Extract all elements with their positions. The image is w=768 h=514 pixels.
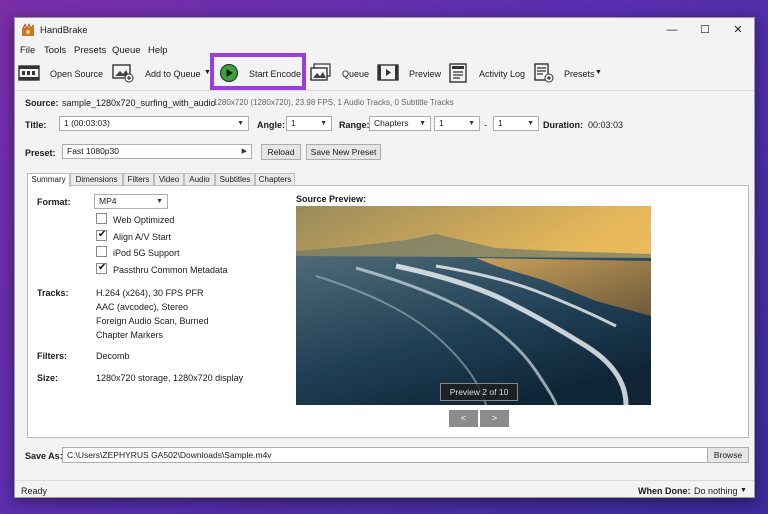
add-to-queue-button[interactable]: Add to Queue	[145, 69, 201, 79]
when-done-select[interactable]: Do nothing	[694, 486, 738, 496]
presets-button[interactable]: Presets	[564, 69, 595, 79]
range-dash: -	[484, 120, 487, 130]
preset-select-value: Fast 1080p30	[67, 146, 119, 156]
ipod-support-checkbox[interactable]	[96, 246, 107, 257]
preset-select[interactable]: Fast 1080p30 ▶	[62, 144, 252, 159]
range-label: Range:	[339, 120, 370, 130]
handbrake-logo-icon	[22, 23, 35, 36]
menu-bar: File Tools Presets Queue Help	[15, 42, 754, 59]
angle-select-value: 1	[291, 118, 296, 128]
queue-icon[interactable]	[310, 63, 332, 83]
chevron-right-icon: ▶	[241, 148, 247, 155]
status-text: Ready	[21, 486, 48, 496]
browse-button[interactable]: Browse	[707, 447, 749, 463]
ipod-support-label: iPod 5G Support	[113, 248, 180, 258]
range-start-value: 1	[439, 118, 444, 128]
source-preview-label: Source Preview:	[296, 194, 367, 204]
toolbar-divider	[15, 90, 754, 91]
presets-dropdown-icon[interactable]: ▼	[595, 69, 602, 76]
chevron-down-icon: ▼	[527, 120, 534, 127]
passthru-metadata-checkbox[interactable]	[96, 262, 107, 274]
menu-file[interactable]: File	[20, 45, 35, 56]
range-start-select[interactable]: 1 ▼	[434, 116, 480, 131]
format-label: Format:	[37, 197, 71, 207]
start-encode-highlight	[210, 53, 306, 90]
menu-tools[interactable]: Tools	[44, 45, 66, 56]
duration-value: 00:03:03	[588, 120, 624, 130]
format-select-value: MP4	[99, 196, 117, 206]
range-end-select[interactable]: 1 ▼	[493, 116, 539, 131]
format-select[interactable]: MP4 ▼	[94, 194, 168, 209]
filters-value: Decomb	[96, 351, 130, 361]
summary-panel: Format: MP4 ▼ Web Optimized Align A/V St…	[27, 185, 749, 438]
tab-summary[interactable]: Summary	[27, 173, 70, 187]
surf-beach-photo	[296, 206, 651, 405]
preset-label: Preset:	[25, 148, 56, 158]
size-value: 1280x720 storage, 1280x720 display	[96, 373, 244, 383]
web-optimized-label: Web Optimized	[113, 215, 175, 225]
maximize-button[interactable]: ☐	[696, 22, 714, 38]
open-source-button[interactable]: Open Source	[50, 69, 103, 79]
queue-button[interactable]: Queue	[342, 69, 369, 79]
source-info: 1280x720 (1280x720), 23.98 FPS, 1 Audio …	[213, 98, 454, 107]
chevron-down-icon: ▼	[237, 120, 244, 127]
menu-queue[interactable]: Queue	[112, 45, 141, 56]
angle-label: Angle:	[257, 120, 285, 130]
chevron-down-icon: ▼	[320, 120, 327, 127]
angle-select[interactable]: 1 ▼	[286, 116, 332, 131]
preview-caption: Preview 2 of 10	[440, 383, 518, 401]
passthru-metadata-label: Passthru Common Metadata	[113, 265, 228, 275]
duration-label: Duration:	[543, 120, 583, 130]
open-source-icon[interactable]	[18, 63, 40, 83]
title-label: Title:	[25, 120, 47, 130]
preview-button[interactable]: Preview	[409, 69, 441, 79]
align-av-start-checkbox[interactable]	[96, 229, 107, 241]
track-item: H.264 (x264), 30 FPS PFR	[96, 288, 204, 298]
size-label: Size:	[37, 373, 59, 383]
chevron-down-icon: ▼	[468, 120, 475, 127]
when-done-label: When Done:	[638, 486, 691, 496]
source-label: Source:	[25, 98, 59, 108]
chevron-down-icon: ▼	[419, 120, 426, 127]
menu-presets[interactable]: Presets	[74, 45, 106, 56]
reload-button[interactable]: Reload	[261, 144, 301, 160]
close-button[interactable]: ✕	[729, 22, 747, 38]
handbrake-window: HandBrake — ☐ ✕ File Tools Presets Queue…	[14, 17, 755, 498]
add-to-queue-icon[interactable]	[112, 63, 134, 83]
title-bar: HandBrake — ☐ ✕	[15, 18, 754, 42]
align-av-start-label: Align A/V Start	[113, 232, 172, 242]
source-name: sample_1280x720_surfing_with_audio	[62, 98, 216, 108]
preview-icon[interactable]	[377, 63, 399, 83]
previous-preview-button[interactable]: <	[449, 410, 478, 427]
tracks-label: Tracks:	[37, 288, 69, 298]
activity-log-icon[interactable]	[448, 63, 470, 83]
track-item: Foreign Audio Scan, Burned	[96, 316, 209, 326]
save-as-path-input[interactable]: C:\Users\ZEPHYRUS GA502\Downloads\Sample…	[62, 447, 713, 463]
chevron-down-icon: ▼	[156, 198, 163, 205]
save-as-path-value: C:\Users\ZEPHYRUS GA502\Downloads\Sample…	[67, 450, 272, 460]
track-item: AAC (avcodec), Stereo	[96, 302, 189, 312]
title-select[interactable]: 1 (00:03:03) ▼	[59, 116, 249, 131]
title-select-value: 1 (00:03:03)	[64, 118, 110, 128]
filters-label: Filters:	[37, 351, 68, 361]
track-item: Chapter Markers	[96, 330, 164, 340]
range-type-value: Chapters	[374, 118, 409, 128]
web-optimized-checkbox[interactable]	[96, 213, 107, 224]
toolbar: Open Source Add to Queue ▼ Start Encode …	[15, 61, 754, 87]
minimize-button[interactable]: —	[663, 22, 681, 38]
range-type-select[interactable]: Chapters ▼	[369, 116, 431, 131]
save-as-label: Save As:	[25, 451, 63, 461]
when-done-chevron-icon[interactable]: ▼	[740, 487, 747, 494]
next-preview-button[interactable]: >	[480, 410, 509, 427]
save-new-preset-button[interactable]: Save New Preset	[306, 144, 381, 160]
window-title: HandBrake	[40, 25, 88, 36]
range-end-value: 1	[498, 118, 503, 128]
status-bar: Ready When Done: Do nothing ▼	[15, 480, 754, 499]
presets-icon[interactable]	[533, 63, 555, 83]
menu-help[interactable]: Help	[148, 45, 168, 56]
activity-log-button[interactable]: Activity Log	[479, 69, 525, 79]
source-preview-image: Preview 2 of 10	[296, 206, 651, 405]
